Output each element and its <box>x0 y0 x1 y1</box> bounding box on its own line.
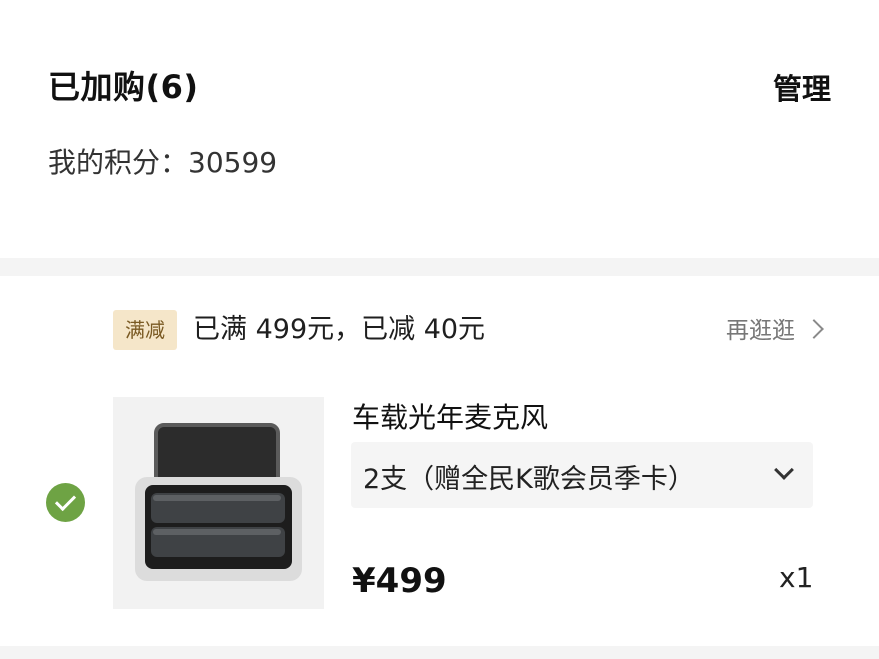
shop-more-label: 再逛逛 <box>726 318 795 344</box>
product-image[interactable] <box>113 397 324 609</box>
promo-text: 已满 499元，已减 40元 <box>193 314 486 345</box>
variant-text: 2支（赠全民K歌会员季卡） <box>363 464 695 495</box>
cart-header: 已加购(6) 管理 我的积分：30599 <box>0 0 879 258</box>
chevron-right-icon <box>804 319 824 339</box>
bottom-divider <box>0 646 879 659</box>
check-circle-icon[interactable] <box>46 483 85 522</box>
microphone-case-icon <box>135 423 302 583</box>
section-divider <box>0 258 879 276</box>
promo-badge: 满减 <box>113 310 177 350</box>
cart-title: 已加购(6) <box>48 68 199 106</box>
manage-button[interactable]: 管理 <box>773 66 831 108</box>
quantity[interactable]: x1 <box>779 561 813 594</box>
product-name[interactable]: 车载光年麦克风 <box>352 396 548 436</box>
promo-row: 满减 已满 499元，已减 40元 再逛逛 <box>113 310 824 352</box>
price: ¥499 <box>352 561 447 601</box>
points-value: 30599 <box>188 146 278 179</box>
cart-item-card: 满减 已满 499元，已减 40元 再逛逛 车载光年麦克风 2支（赠全民K歌会员… <box>0 276 879 646</box>
points-row: 我的积分：30599 <box>48 141 277 181</box>
points-label: 我的积分： <box>48 146 189 179</box>
shop-more-link[interactable]: 再逛逛 <box>726 312 824 350</box>
variant-select[interactable]: 2支（赠全民K歌会员季卡） <box>351 442 813 508</box>
chevron-down-icon <box>774 460 794 480</box>
